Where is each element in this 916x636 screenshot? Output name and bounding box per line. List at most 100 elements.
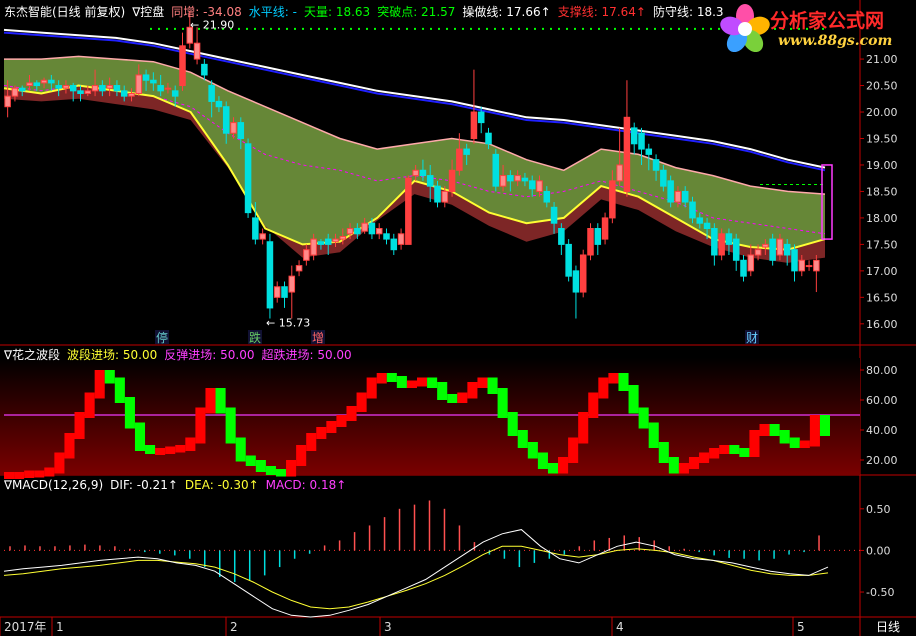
wave-block (507, 412, 518, 436)
wave-block (205, 388, 216, 414)
price-tick-label: 17.50 (866, 238, 898, 251)
wave-block (346, 406, 357, 421)
candle-body (499, 175, 507, 187)
wave-block (678, 463, 689, 474)
candle-body (689, 201, 696, 219)
candle-body (375, 228, 383, 235)
chart-stage: 21.0020.5020.0019.5019.0018.5018.0017.50… (0, 0, 916, 636)
wave-item: 超跌进场: 50.00 (261, 348, 352, 362)
wave-block (104, 370, 115, 384)
candle-body (550, 206, 558, 224)
wave-block (719, 445, 730, 454)
flower-logo-icon (720, 4, 770, 53)
candle-body (485, 132, 492, 145)
wave-block (306, 433, 317, 451)
price-tick-label: 17.00 (866, 265, 898, 278)
candle-body (740, 259, 747, 277)
price-tick-label: 19.50 (866, 132, 898, 145)
wave-block (225, 407, 236, 444)
macd-item: MACD: 0.18↑ (265, 478, 347, 492)
wave-block (638, 407, 649, 429)
candle-body (273, 286, 281, 298)
wave-tick-label: 80.00 (866, 364, 898, 377)
candle-body (354, 228, 361, 235)
wave-block (809, 415, 820, 447)
wave-block (477, 377, 488, 388)
candle-body (725, 233, 733, 245)
wave-block (618, 373, 629, 391)
header-item: 支撑线: 17.64↑ (557, 5, 646, 19)
header-item: 突破点: 21.57 (377, 5, 456, 19)
candle-body (135, 74, 143, 94)
candle-body (609, 180, 616, 219)
candle-body (4, 95, 11, 108)
price-tick-label: 16.50 (866, 291, 898, 304)
wave-title[interactable]: ∇花之波段 (4, 348, 60, 362)
candle-body (587, 228, 594, 256)
wave-block (94, 370, 105, 399)
wave-block (84, 392, 95, 418)
candle-body (288, 275, 296, 293)
wave-block (588, 392, 599, 418)
candle-body (193, 42, 201, 60)
candle-body (317, 241, 325, 245)
marker-label: 跌 (249, 330, 261, 345)
date-tick-label: 2017年 (4, 620, 47, 634)
wave-block (578, 412, 589, 444)
wave-tick-label: 40.00 (866, 424, 898, 437)
indicator-name[interactable]: ∇控盘 (132, 5, 164, 19)
wave-block (114, 377, 125, 403)
candle-body (120, 90, 128, 97)
wave-block (598, 377, 609, 399)
price-tick-label: 19.00 (866, 159, 898, 172)
wave-block (296, 445, 307, 466)
candle-body (339, 235, 347, 240)
candle-body (91, 85, 99, 92)
candle-body (128, 92, 135, 97)
candle-body (805, 265, 813, 268)
dea-line (3, 545, 829, 610)
wave-block (124, 397, 135, 429)
candle-body (813, 259, 820, 272)
date-tick-label: 4 (616, 620, 624, 634)
wave-block (195, 407, 206, 444)
wave-block (185, 437, 196, 451)
wave-block (265, 466, 276, 475)
site-logo: 分析家公式网 www.88gs.com (718, 0, 916, 60)
dif-line (3, 529, 829, 618)
wave-block (245, 455, 256, 466)
app-title: 东杰智能(日线 前复权) (4, 5, 126, 19)
candle-body (179, 45, 186, 87)
wave-block (275, 469, 287, 477)
wave-block (568, 437, 579, 463)
wave-block (235, 437, 246, 462)
candle-body (791, 249, 798, 272)
wave-block (255, 460, 266, 472)
wave-block (376, 373, 387, 384)
candle-body (521, 177, 529, 182)
wave-block (175, 445, 186, 453)
wave-header: ∇花之波段 波段进场: 50.00 反弹进场: 50.00 超跌进场: 50.00 (4, 347, 366, 363)
candle-body (514, 175, 521, 182)
wave-block (54, 452, 65, 474)
candle-body (397, 233, 405, 245)
candle-body (477, 111, 485, 124)
header-item: 同增: -34.08 (171, 5, 242, 19)
candle-body (208, 85, 215, 102)
macd-title[interactable]: ∇MACD(12,26,9) (4, 478, 103, 492)
wave-block (729, 445, 740, 454)
candle-body (696, 217, 704, 224)
candle-body (419, 169, 427, 177)
candle-body (470, 111, 478, 139)
wave-block (497, 388, 508, 418)
wave-block (64, 433, 75, 459)
candle-body (754, 249, 762, 256)
wave-block (286, 460, 297, 477)
wave-item: 波段进场: 50.00 (67, 348, 158, 362)
date-tick-label: 2 (230, 620, 238, 634)
wave-block (749, 430, 760, 457)
candle-body (601, 217, 609, 240)
wave-block (457, 392, 468, 403)
candle-body (77, 90, 84, 94)
wave-block (467, 382, 478, 399)
